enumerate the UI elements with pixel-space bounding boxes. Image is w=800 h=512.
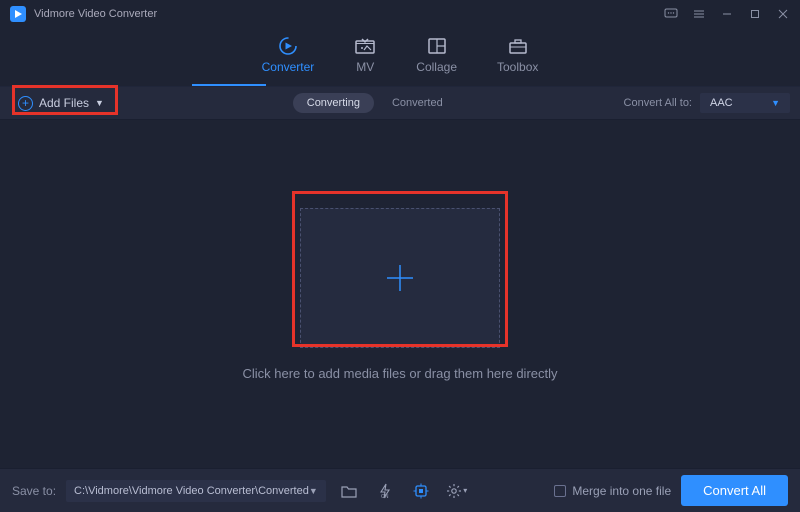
plus-circle-icon: +	[18, 96, 33, 111]
main-tabs: Converter MV Collage Toolbox	[0, 28, 800, 86]
converter-icon	[277, 36, 299, 56]
tab-converter[interactable]: Converter	[262, 36, 315, 84]
status-segment: Converting Converted	[293, 93, 443, 113]
add-files-button[interactable]: + Add Files ▼	[10, 93, 112, 114]
plus-icon	[383, 261, 417, 295]
open-folder-button[interactable]	[336, 480, 362, 502]
seg-converting[interactable]: Converting	[293, 93, 374, 113]
svg-text:ON: ON	[381, 494, 389, 499]
mv-icon	[354, 36, 376, 56]
close-button[interactable]	[776, 7, 790, 21]
hardware-accel-button[interactable]: ON	[372, 480, 398, 502]
minimize-button[interactable]	[720, 7, 734, 21]
maximize-button[interactable]	[748, 7, 762, 21]
add-media-dropzone[interactable]	[300, 208, 500, 348]
checkbox-box-icon	[554, 485, 566, 497]
tab-collage[interactable]: Collage	[416, 36, 457, 84]
collage-icon	[426, 36, 448, 56]
app-title: Vidmore Video Converter	[34, 8, 664, 20]
menu-icon[interactable]	[692, 7, 706, 21]
chevron-down-icon: ▾	[463, 486, 467, 495]
feedback-icon[interactable]	[664, 7, 678, 21]
merge-checkbox[interactable]: Merge into one file	[554, 484, 671, 498]
dropzone-hint: Click here to add media files or drag th…	[242, 366, 557, 381]
chevron-down-icon: ▼	[309, 486, 318, 496]
app-logo-icon	[10, 6, 26, 22]
bottombar: Save to: C:\Vidmore\Vidmore Video Conver…	[0, 468, 800, 512]
subbar: + Add Files ▼ Converting Converted Conve…	[0, 86, 800, 120]
tab-mv[interactable]: MV	[354, 36, 376, 84]
main-area: Click here to add media files or drag th…	[0, 120, 800, 468]
tab-toolbox[interactable]: Toolbox	[497, 36, 538, 84]
titlebar: Vidmore Video Converter	[0, 0, 800, 28]
chevron-down-icon: ▼	[95, 98, 104, 108]
output-format-dropdown[interactable]: AAC ▼	[700, 93, 790, 113]
seg-converted[interactable]: Converted	[392, 97, 443, 109]
gpu-button[interactable]	[408, 480, 434, 502]
convert-all-label: Convert All to:	[624, 97, 692, 109]
app-window: Vidmore Video Converter	[0, 0, 800, 512]
save-to-label: Save to:	[12, 484, 56, 498]
chevron-down-icon: ▼	[771, 98, 780, 108]
convert-all-button[interactable]: Convert All	[681, 475, 788, 506]
settings-button[interactable]: ▾	[444, 480, 470, 502]
save-path-dropdown[interactable]: C:\Vidmore\Vidmore Video Converter\Conve…	[66, 480, 326, 502]
toolbox-icon	[507, 36, 529, 56]
